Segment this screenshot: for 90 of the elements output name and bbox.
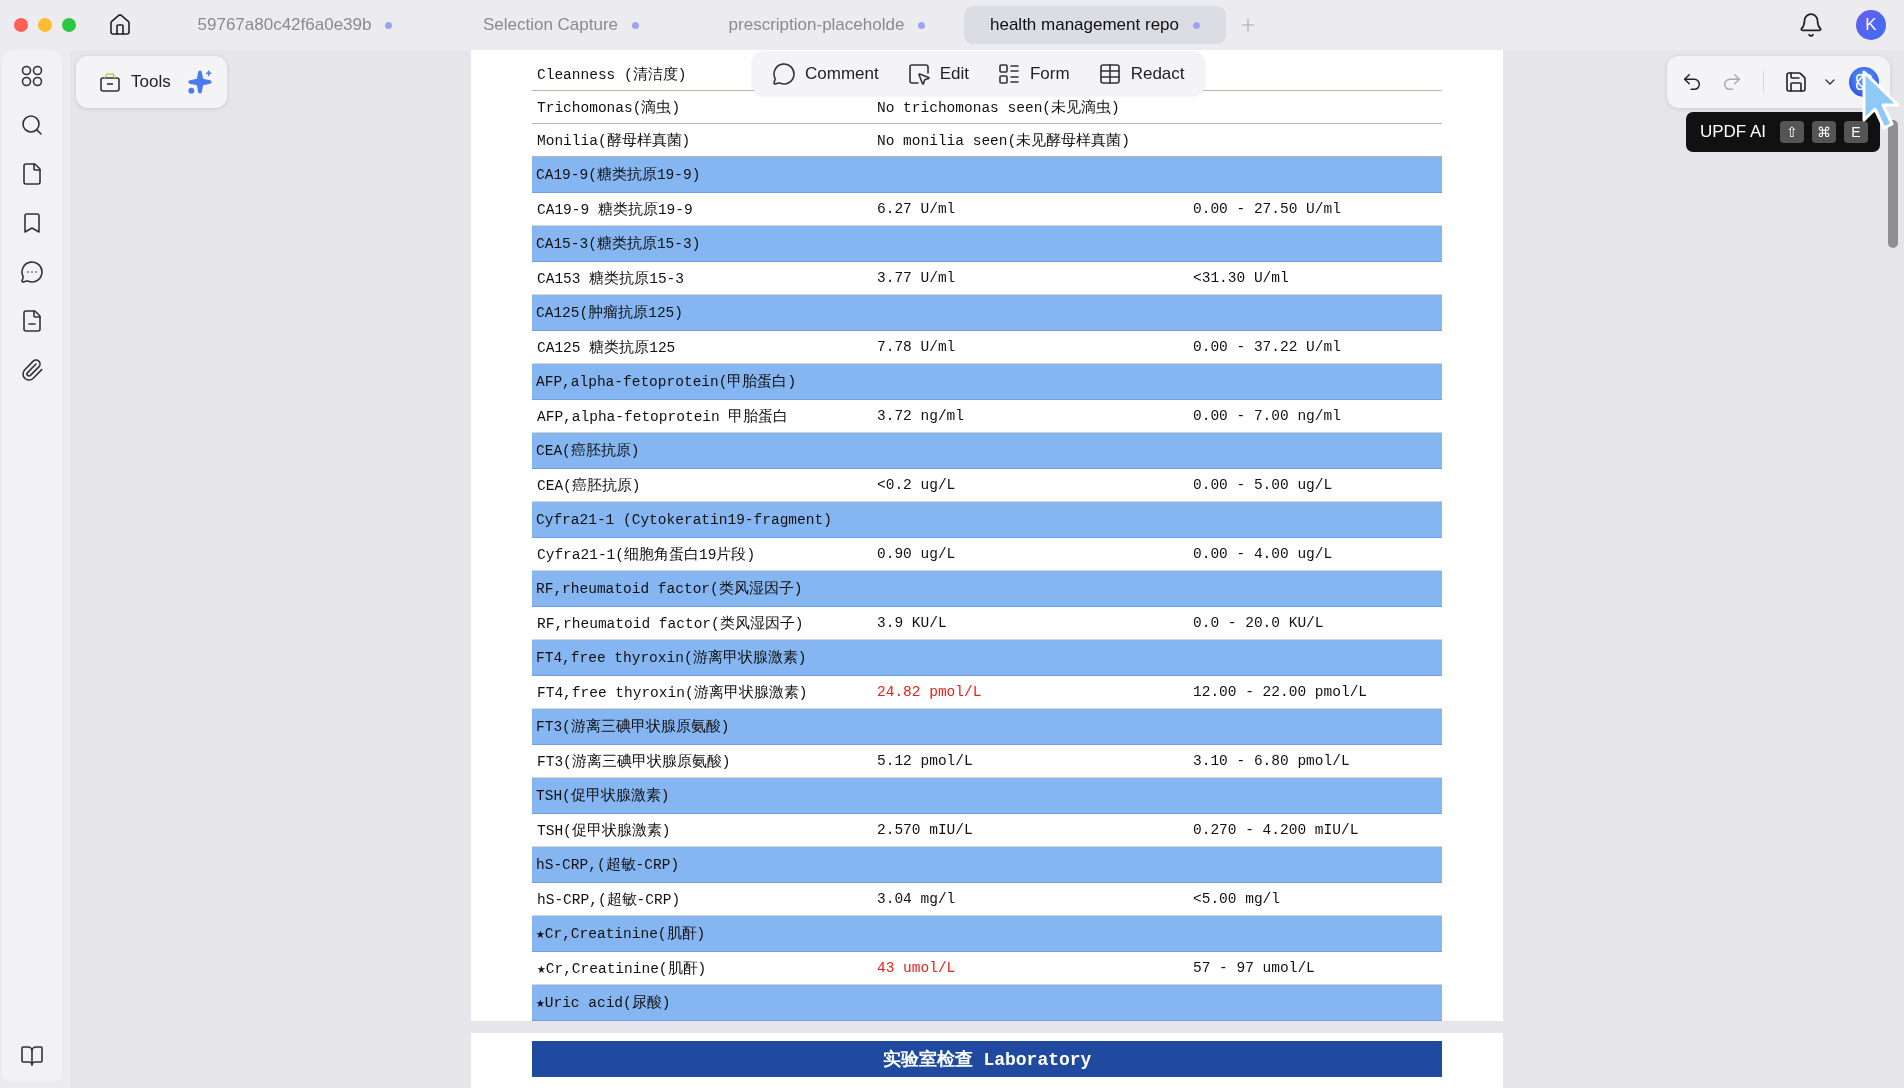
table-cell-text: TSH(促甲状腺激素) bbox=[537, 821, 671, 840]
section-title: CEA(癌胚抗原) bbox=[536, 441, 640, 460]
search-icon[interactable] bbox=[20, 113, 44, 137]
book-icon[interactable] bbox=[20, 1044, 44, 1068]
reference-range: 0.00 - 4.00 ug/L bbox=[1193, 546, 1333, 562]
close-button[interactable] bbox=[14, 18, 28, 32]
result-value: 24.82 pmol/L bbox=[877, 684, 982, 700]
sparkles-icon bbox=[186, 69, 213, 95]
tools-button[interactable]: Tools bbox=[86, 64, 183, 100]
document-icon[interactable] bbox=[20, 309, 44, 333]
result-value: 2.570 mIU/L bbox=[877, 822, 973, 838]
section-title: ★Cr,Creatinine(肌酐) bbox=[536, 925, 706, 943]
reference-range: 0.0 - 20.0 KU/L bbox=[1193, 615, 1324, 631]
toolbar-button[interactable]: Edit bbox=[894, 56, 981, 92]
table-cell-text: CA125 糖类抗原125 bbox=[537, 338, 676, 357]
reference-range: 12.00 - 22.00 pmol/L bbox=[1193, 684, 1368, 700]
home-icon bbox=[108, 13, 132, 37]
table-cell-text: Cyfra21-1(细胞角蛋白19片段) bbox=[537, 545, 756, 564]
unsaved-dot-icon bbox=[632, 21, 640, 29]
reference-range: <5.00 mg/l bbox=[1193, 891, 1280, 907]
table-cell-text: Trichomonas(滴虫) bbox=[537, 98, 681, 117]
table-cell-text: AFP,alpha-fetoprotein 甲胎蛋白 bbox=[537, 407, 789, 426]
result-value: 3.72 ng/ml bbox=[877, 408, 964, 424]
reference-range: 0.270 - 4.200 mIU/L bbox=[1193, 822, 1359, 838]
comment-icon bbox=[772, 62, 796, 86]
grid-icon[interactable] bbox=[20, 64, 44, 88]
undo-icon bbox=[1681, 71, 1703, 93]
page-icon[interactable] bbox=[20, 162, 44, 186]
result-value: 6.27 U/ml bbox=[877, 201, 956, 217]
section-title: CA19-9(糖类抗原19-9) bbox=[536, 165, 701, 184]
section-title: Cyfra21-1 (Cytokeratin19-fragment) bbox=[536, 511, 832, 528]
result-value: 3.77 U/ml bbox=[877, 270, 956, 286]
save-icon bbox=[1784, 70, 1808, 94]
scrollbar-thumb[interactable] bbox=[1888, 120, 1898, 248]
table-cell-text: CEA(癌胚抗原) bbox=[537, 476, 641, 495]
shortcut-key: ⌘ bbox=[1812, 121, 1836, 143]
form-icon bbox=[997, 62, 1021, 86]
unsaved-dot-icon bbox=[918, 21, 926, 29]
reference-range: 0.00 - 37.22 U/ml bbox=[1193, 339, 1341, 355]
section-title: FT3(游离三碘甲状腺原氨酸) bbox=[536, 717, 730, 736]
reference-range: 3.10 - 6.80 pmol/L bbox=[1193, 753, 1350, 769]
result-value: 0.90 ug/L bbox=[877, 546, 956, 562]
unsaved-dot-icon bbox=[1193, 21, 1200, 29]
shortcut-key: E bbox=[1844, 121, 1868, 143]
tooltip-label: UPDF AI bbox=[1699, 122, 1766, 142]
user-avatar[interactable]: K bbox=[1856, 10, 1886, 40]
table-cell-text: hS-CRP,(超敏-CRP) bbox=[537, 890, 681, 909]
reference-range: 0.00 - 27.50 U/ml bbox=[1193, 201, 1341, 217]
section-title: AFP,alpha-fetoprotein(甲胎蛋白) bbox=[536, 373, 797, 391]
comment-icon[interactable] bbox=[20, 260, 44, 284]
result-value: 43 umol/L bbox=[877, 960, 956, 976]
redo-icon bbox=[1721, 71, 1743, 93]
table-cell-text: Monilia(酵母样真菌) bbox=[537, 131, 691, 150]
reference-range: 0.00 - 7.00 ng/ml bbox=[1193, 408, 1341, 424]
toolbox-icon bbox=[98, 70, 122, 94]
section-title: FT4,free thyroxin(游离甲状腺激素) bbox=[536, 648, 807, 667]
reference-range: 57 - 97 umol/L bbox=[1193, 960, 1315, 976]
page-heading: 实验室检查 Laboratory bbox=[532, 1041, 1442, 1077]
toolbar-button[interactable]: Comment bbox=[760, 56, 891, 92]
section-title: CA125(肿瘤抗原125) bbox=[536, 303, 683, 322]
text-cursor-icon bbox=[906, 62, 931, 86]
toolbar-button[interactable]: Redact bbox=[1085, 56, 1197, 92]
unsaved-dot-icon bbox=[385, 21, 393, 29]
toolbar-button[interactable]: Form bbox=[985, 56, 1082, 92]
attachment-icon[interactable] bbox=[20, 358, 44, 382]
table-cell-text: No monilia seen(未见酵母样真菌) bbox=[877, 131, 1130, 150]
table-cell-text: CA19-9 糖类抗原19-9 bbox=[537, 200, 693, 219]
table-cell-text: ★Cr,Creatinine(肌酐) bbox=[537, 959, 707, 978]
section-title: ★Uric acid(尿酸) bbox=[536, 994, 671, 1012]
bell-icon bbox=[1798, 12, 1824, 38]
reference-range: 0.00 - 5.00 ug/L bbox=[1193, 477, 1333, 493]
shortcut-key: ⇧ bbox=[1780, 121, 1804, 143]
document-tab[interactable]: health management repo bbox=[964, 6, 1226, 44]
reference-range: <31.30 U/ml bbox=[1193, 270, 1289, 286]
result-value: 5.12 pmol/L bbox=[877, 753, 973, 769]
result-value: 3.9 KU/L bbox=[877, 615, 947, 631]
section-title: hS-CRP,(超敏-CRP) bbox=[536, 856, 680, 874]
table-cell-text: FT3(游离三碘甲状腺原氨酸) bbox=[537, 752, 731, 771]
section-title: CA15-3(糖类抗原15-3) bbox=[536, 234, 701, 253]
table-cell-text: CA153 糖类抗原15-3 bbox=[537, 269, 684, 288]
section-title: TSH(促甲状腺激素) bbox=[536, 786, 670, 805]
result-value: 7.78 U/ml bbox=[877, 339, 956, 355]
table-cell-text: FT4,free thyroxin(游离甲状腺激素) bbox=[537, 683, 808, 702]
redact-icon bbox=[1097, 62, 1122, 86]
table-cell-text: No trichomonas seen(未见滴虫) bbox=[877, 98, 1120, 117]
result-value: 3.04 mg/l bbox=[877, 891, 956, 907]
table-cell-text: Cleanness (清洁度) bbox=[537, 65, 687, 84]
result-value: <0.2 ug/L bbox=[877, 477, 956, 493]
section-title: RF,rheumatoid factor(类风湿因子) bbox=[536, 579, 803, 598]
table-cell-text: RF,rheumatoid factor(类风湿因子) bbox=[537, 614, 804, 633]
